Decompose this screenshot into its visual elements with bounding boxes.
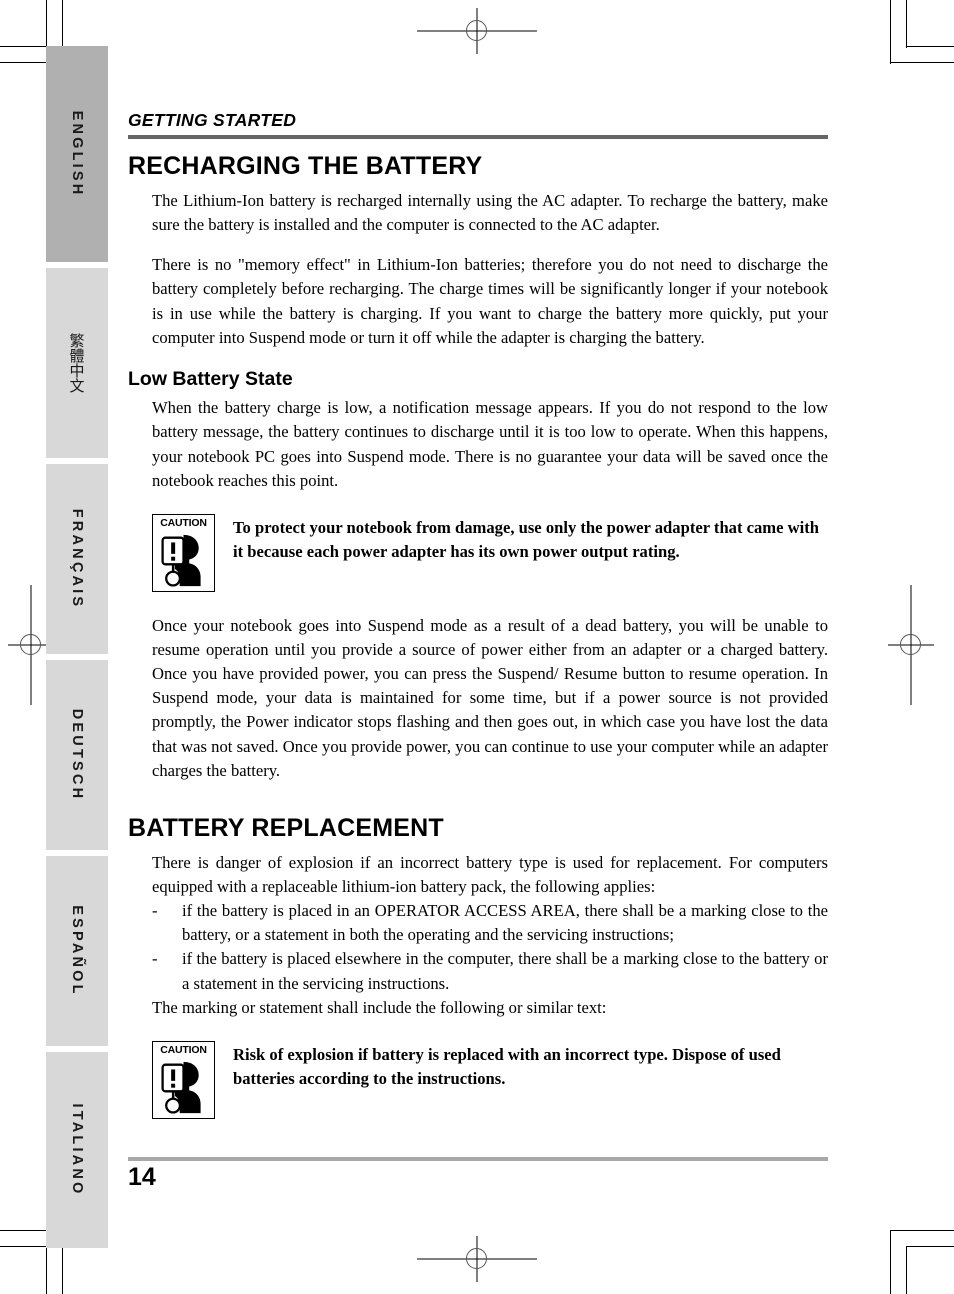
paragraph-recharging-intro: The Lithium-Ion battery is recharged int… — [152, 191, 828, 235]
sidebar-item-label: ENGLISH — [69, 110, 85, 198]
sidebar-item-label: ESPAÑOL — [69, 905, 85, 997]
caution-block-battery-disposal: CAUTION Risk of explosion if battery is … — [152, 1040, 828, 1119]
registration-mark-top — [417, 8, 537, 54]
sidebar-item-traditional-chinese[interactable]: 繁體中文 — [46, 268, 108, 458]
caution-block-power-adapter: CAUTION To protect your notebook from da… — [152, 513, 828, 592]
footer-rule — [128, 1157, 828, 1161]
caution-icon-label: CAUTION — [160, 516, 207, 529]
registration-mark-right — [888, 585, 934, 705]
page-number: 14 — [128, 1163, 156, 1191]
sidebar-item-label: 繁體中文 — [67, 333, 86, 393]
crop-mark-top-right-h1 — [906, 46, 954, 47]
caution-exclamation-figure-icon — [153, 1059, 214, 1116]
subsection-title-low-battery-state: Low Battery State — [128, 367, 293, 390]
caution-text-battery-disposal: Risk of explosion if battery is replaced… — [233, 1044, 781, 1088]
running-head: GETTING STARTED — [128, 110, 297, 130]
list-item-label: if the battery is placed in an OPERATOR … — [182, 901, 828, 945]
sidebar-item-espanol[interactable]: ESPAÑOL — [46, 856, 108, 1046]
crop-mark-bottom-right-h1 — [906, 1246, 954, 1247]
paragraph-low-battery-state: When the battery charge is low, a notifi… — [152, 398, 828, 490]
caution-icon: CAUTION — [152, 1040, 215, 1119]
page-content: GETTING STARTED RECHARGING THE BATTERY T… — [128, 110, 828, 1119]
sidebar-item-label: DEUTSCH — [69, 708, 85, 802]
list-item: - if the battery is placed elsewhere in … — [152, 947, 828, 995]
section-title-battery-replacement: BATTERY REPLACEMENT — [128, 813, 444, 842]
section-title-recharging-the-battery: RECHARGING THE BATTERY — [128, 152, 483, 180]
sidebar-item-deutsch[interactable]: DEUTSCH — [46, 660, 108, 850]
caution-icon-label: CAUTION — [160, 1043, 207, 1056]
caution-icon: CAUTION — [152, 513, 215, 592]
running-head-rule — [128, 135, 828, 139]
paragraph-battery-replacement-intro: There is danger of explosion if an incor… — [152, 852, 828, 896]
sidebar-item-label: FRANÇAIS — [69, 508, 85, 610]
list-item-marker: - — [152, 901, 158, 921]
battery-replacement-bullet-list: - if the battery is placed in an OPERATO… — [152, 899, 828, 996]
crop-mark-top-right-v1 — [906, 0, 907, 48]
crop-mark-bottom-left-h1 — [0, 1246, 48, 1247]
sidebar-item-label: ITALIANO — [69, 1103, 85, 1197]
list-item-marker: - — [152, 949, 158, 969]
registration-mark-bottom — [417, 1236, 537, 1282]
crop-mark-bottom-right-h2 — [890, 1230, 954, 1231]
paragraph-marking-statement: The marking or statement shall include t… — [152, 997, 607, 1017]
page-footer: 14 — [128, 1157, 828, 1190]
crop-mark-top-left-v1 — [46, 0, 47, 48]
caution-exclamation-figure-icon — [153, 532, 214, 589]
list-item-label: if the battery is placed elsewhere in th… — [182, 949, 828, 993]
sidebar-item-italiano[interactable]: ITALIANO — [46, 1052, 108, 1248]
paragraph-memory-effect: There is no "memory effect" in Lithium-I… — [152, 255, 828, 347]
sidebar-item-francais[interactable]: FRANÇAIS — [46, 464, 108, 654]
list-item: - if the battery is placed in an OPERATO… — [152, 899, 828, 947]
paragraph-suspend-mode: Once your notebook goes into Suspend mod… — [152, 615, 828, 780]
crop-mark-bottom-right-v2 — [890, 1230, 891, 1294]
language-tab-rail: ENGLISH 繁體中文 FRANÇAIS DEUTSCH ESPAÑOL IT… — [46, 46, 108, 1248]
caution-text-power-adapter: To protect your notebook from damage, us… — [233, 517, 819, 561]
crop-mark-top-left-h1 — [0, 46, 48, 47]
crop-mark-top-right-h2 — [890, 62, 954, 63]
crop-mark-bottom-right-v1 — [906, 1246, 907, 1294]
sidebar-item-english[interactable]: ENGLISH — [46, 46, 108, 262]
crop-mark-bottom-left-v1 — [46, 1246, 47, 1294]
crop-mark-top-right-v2 — [890, 0, 891, 64]
